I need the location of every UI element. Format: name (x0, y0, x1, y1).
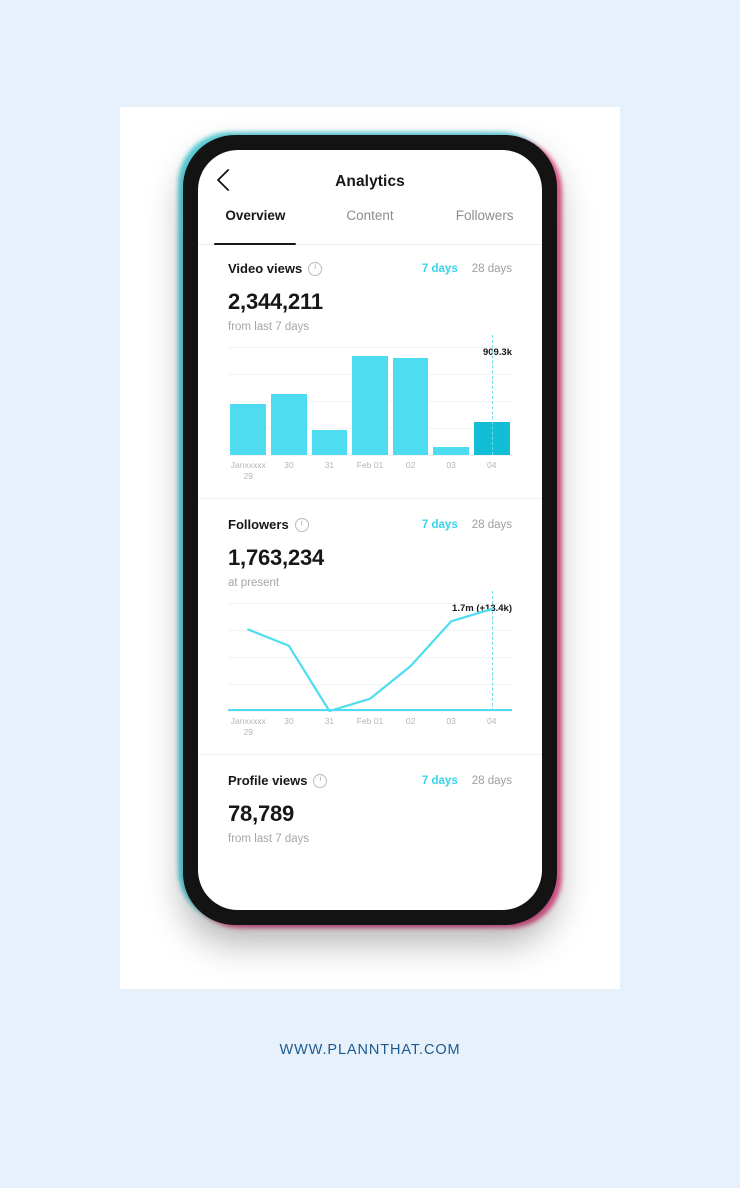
video-views-chart: 909.3k Janxxxxx 29 30 31 Feb 01 02 03 04 (228, 335, 512, 482)
page-title: Analytics (335, 173, 405, 190)
section-title: Profile views (228, 773, 308, 788)
bar (433, 446, 470, 455)
x-axis-tick: 02 (405, 716, 416, 726)
bar-slot (228, 347, 269, 455)
x-axis-tick: 30 (284, 460, 294, 470)
section-profile-views: Profile views 7 days 28 days 78,789 from… (198, 754, 542, 845)
phone-mockup: Analytics Overview Content Followers Vid… (178, 132, 562, 928)
metric-sublabel: at present (228, 577, 280, 589)
chart-baseline (228, 708, 512, 711)
bar (311, 429, 348, 455)
section-video-views: Video views 7 days 28 days 2,344,211 fro… (198, 245, 542, 482)
phone-screen: Analytics Overview Content Followers Vid… (198, 150, 542, 910)
range-28-days[interactable]: 28 days (472, 519, 512, 531)
phone-bezel: Analytics Overview Content Followers Vid… (183, 135, 557, 925)
section-header: Followers 7 days 28 days (228, 517, 512, 533)
bar-slot (269, 347, 310, 455)
x-axis-tick: 30 (284, 716, 294, 726)
range-28-days[interactable]: 28 days (472, 263, 512, 275)
x-axis-labels: Janxxxxx 29 30 31 Feb 01 02 03 04 (228, 460, 512, 482)
bar (271, 393, 307, 455)
x-axis-tick: 31 (324, 460, 335, 470)
metric-value: 78,789 (228, 801, 295, 826)
metric-sublabel: from last 7 days (228, 321, 310, 333)
range-selector: 7 days 28 days (422, 263, 512, 275)
section-title: Followers (228, 517, 289, 532)
x-axis-tick: Feb 01 (356, 460, 384, 470)
x-axis-tick: 04 (487, 716, 497, 726)
footer-url: WWW.PLANNTHAT.COM (279, 1042, 461, 1058)
metric-sublabel: from last 7 days (228, 833, 310, 845)
followers-chart: 1.7m (+13.4k) Janxxxxx 29 30 31 Feb 01 02 03 04 (228, 591, 512, 738)
x-axis-tick: 31 (324, 716, 335, 726)
info-circle-icon[interactable] (294, 517, 309, 532)
x-axis-tick: Janxxxxx 29 (230, 716, 266, 737)
tab-followers[interactable]: Followers (427, 206, 542, 244)
range-28-days[interactable]: 28 days (472, 775, 512, 787)
gridline (228, 455, 512, 456)
x-axis-tick: 03 (446, 460, 456, 470)
range-7-days[interactable]: 7 days (422, 263, 458, 275)
section-header: Video views 7 days 28 days (228, 261, 512, 277)
bar-slot (350, 347, 391, 455)
gridline (228, 711, 512, 712)
metric-value: 1,763,234 (228, 545, 325, 570)
range-7-days[interactable]: 7 days (422, 519, 458, 531)
info-circle-icon[interactable] (313, 773, 328, 788)
x-axis-tick: 03 (446, 716, 456, 726)
bar (392, 358, 429, 455)
bar-series (228, 347, 512, 455)
line-plot-area (228, 591, 512, 712)
range-selector: 7 days 28 days (422, 775, 512, 787)
tab-bar: Overview Content Followers (198, 206, 542, 245)
info-circle-icon[interactable] (308, 261, 323, 276)
range-7-days[interactable]: 7 days (422, 775, 458, 787)
x-axis-tick: 02 (405, 460, 416, 470)
x-axis-tick: Feb 01 (356, 716, 384, 726)
bar (230, 403, 267, 455)
line-path (248, 609, 491, 711)
chart-marker-line (491, 335, 493, 455)
chart-marker-line (491, 591, 493, 711)
line-series (228, 603, 512, 711)
app-header: Analytics (198, 150, 542, 206)
tab-overview[interactable]: Overview (198, 206, 313, 244)
section-title: Video views (228, 261, 303, 276)
bar (352, 356, 388, 455)
range-selector: 7 days 28 days (422, 519, 512, 531)
tab-content[interactable]: Content (313, 206, 428, 244)
x-axis-labels: Janxxxxx 29 30 31 Feb 01 02 03 04 (228, 716, 512, 738)
x-axis-tick: Janxxxxx 29 (230, 460, 266, 481)
bar-slot (390, 347, 431, 455)
metric-value: 2,344,211 (228, 289, 323, 314)
bar-slot (431, 347, 472, 455)
bar-plot-area (228, 335, 512, 456)
x-axis-tick: 04 (487, 460, 497, 470)
section-followers: Followers 7 days 28 days 1,763,234 at pr… (198, 498, 542, 738)
section-header: Profile views 7 days 28 days (228, 773, 512, 789)
bar-slot (309, 347, 350, 455)
